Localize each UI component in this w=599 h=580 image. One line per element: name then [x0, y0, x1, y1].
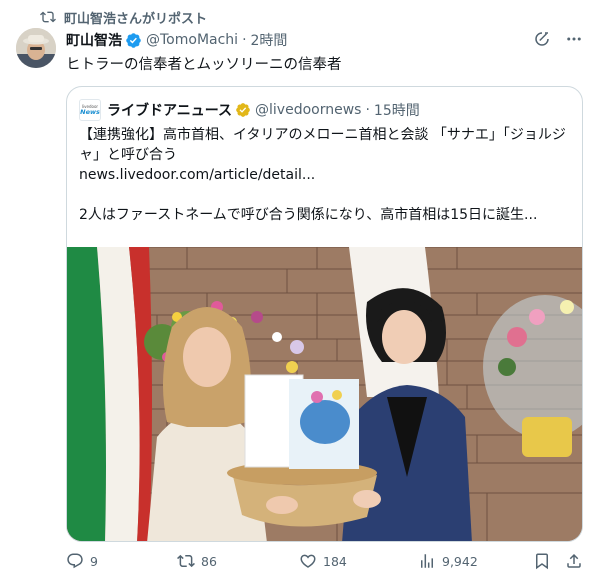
- quote-summary: 2人はファーストネームで呼び合う関係になり、高市首相は15日に誕生...: [79, 207, 538, 223]
- quote-text: 【連携強化】高市首相、イタリアのメローニ首相と会談 「サナエ」「ジョルジャ」と呼…: [79, 125, 571, 225]
- share-icon: [567, 553, 581, 568]
- repost-indicator[interactable]: 町山智浩さんがリポスト: [40, 8, 208, 27]
- quote-link[interactable]: news.livedoor.com/article/detail...: [79, 165, 571, 185]
- separator-dot: ·: [365, 102, 370, 118]
- like-button[interactable]: 184: [299, 550, 347, 572]
- gold-verified-badge-icon: [236, 103, 250, 117]
- separator-dot: ·: [242, 32, 247, 48]
- action-bar: 9 86 184 9,942: [66, 550, 583, 572]
- quote-author-handle[interactable]: @livedoornews: [255, 102, 361, 118]
- quote-avatar[interactable]: livedoor News: [79, 99, 101, 121]
- quoted-post[interactable]: livedoor News ライブドアニュース @livedoornews · …: [66, 86, 583, 542]
- author-handle[interactable]: @TomoMachi: [146, 32, 238, 48]
- bookmark-button[interactable]: [533, 550, 551, 572]
- reply-count: 9: [90, 553, 98, 569]
- like-count: 184: [323, 553, 347, 569]
- grok-icon[interactable]: [533, 30, 551, 48]
- quote-time[interactable]: 15時間: [374, 100, 420, 120]
- repost-count: 86: [201, 553, 217, 569]
- post-time[interactable]: 2時間: [251, 30, 288, 50]
- views-count: 9,942: [442, 553, 478, 569]
- repost-icon: [40, 11, 56, 23]
- author-name[interactable]: 町山智浩: [66, 30, 122, 50]
- avatar[interactable]: [16, 28, 56, 68]
- verified-badge-icon: [126, 32, 141, 48]
- repost-text: 町山智浩さんがリポスト: [64, 11, 208, 27]
- quote-headline: 【連携強化】高市首相、イタリアのメローニ首相と会談 「サナエ」「ジョルジャ」と呼…: [79, 127, 566, 163]
- bookmark-icon: [536, 553, 548, 570]
- quote-photo[interactable]: [67, 247, 582, 541]
- views-button[interactable]: 9,942: [418, 550, 478, 572]
- logo-bottom-text: News: [80, 108, 100, 116]
- more-icon[interactable]: [565, 30, 583, 48]
- reply-button[interactable]: 9: [66, 550, 98, 572]
- quote-author-name[interactable]: ライブドアニュース: [107, 100, 232, 120]
- post-text: ヒトラーの信奉者とムッソリーニの信奉者: [66, 57, 342, 73]
- repost-icon: [177, 554, 195, 568]
- quote-header: livedoor News ライブドアニュース @livedoornews · …: [79, 99, 420, 121]
- views-chart-icon: [421, 554, 433, 568]
- post-header: 町山智浩 @TomoMachi · 2時間: [66, 30, 583, 50]
- share-button[interactable]: [565, 550, 583, 572]
- reply-icon: [67, 553, 83, 569]
- heart-icon: [300, 554, 316, 568]
- repost-button[interactable]: 86: [177, 550, 217, 572]
